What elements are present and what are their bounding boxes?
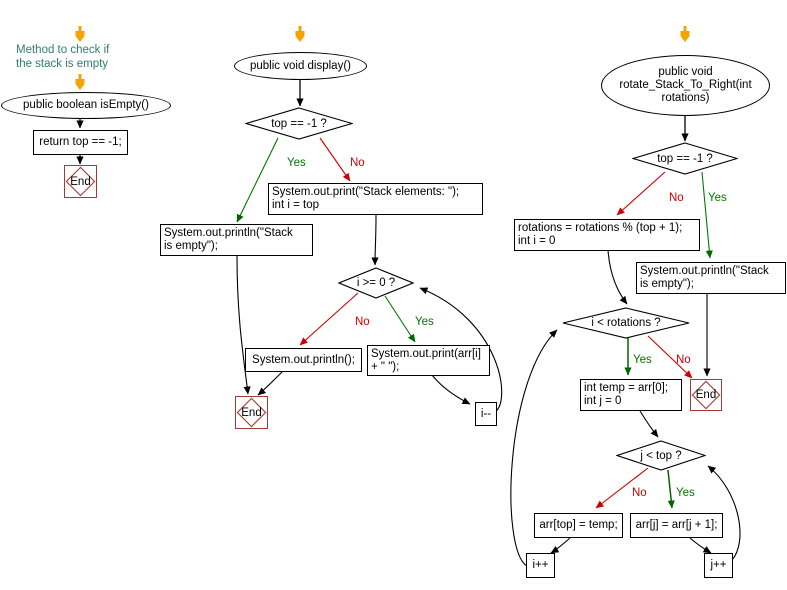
process-assign-arr-top[interactable]: arr[top] = temp; [534, 513, 623, 538]
process-increment-j[interactable]: j++ [704, 553, 733, 578]
decision-j-lt-top-label: j < top ? [640, 449, 682, 462]
process-display-stack-empty[interactable]: System.out.println("Stack is empty"); [160, 224, 313, 256]
end-node-rotate[interactable]: End [690, 379, 722, 411]
start-marker-display [294, 26, 306, 47]
process-print-array-element[interactable]: System.out.print(arr[i] + " "); [367, 345, 490, 376]
decision-j-lt-top[interactable]: j < top ? [616, 440, 706, 471]
end-node-rotate-label: End [695, 389, 717, 401]
decision-i-lt-rotations-label: i < rotations ? [591, 317, 661, 329]
start-node-display[interactable]: public void display() [234, 52, 367, 80]
decision-i-lt-rotations[interactable]: i < rotations ? [562, 307, 690, 339]
decision-rotate-top-empty[interactable]: top == -1 ? [632, 142, 738, 175]
start-marker-rotate [679, 26, 691, 47]
edge-label-display-no: No [350, 157, 365, 169]
decision-rotate-top-empty-label: top == -1 ? [657, 152, 713, 165]
decision-display-top-empty[interactable]: top == -1 ? [245, 107, 353, 140]
process-decrement-i[interactable]: i-- [475, 402, 497, 426]
end-node-display[interactable]: End [235, 396, 268, 429]
end-node-isempty[interactable]: End [64, 165, 97, 198]
process-rotate-stack-empty[interactable]: System.out.println("Stack is empty"); [636, 262, 786, 294]
start-node-rotate[interactable]: public void rotate_Stack_To_Right(int ro… [601, 55, 770, 116]
process-compute-rotations[interactable]: rotations = rotations % (top + 1); int i… [514, 219, 700, 251]
edges-rotate [510, 116, 741, 567]
decision-display-i-ge-0-label: i >= 0 ? [356, 277, 396, 289]
process-return-top[interactable]: return top == -1; [33, 130, 128, 155]
edge-label-rotate-no: No [669, 192, 684, 204]
flowchart-canvas: Method to check if the stack is empty pu… [0, 0, 787, 590]
comment-isempty: Method to check if the stack is empty [16, 44, 110, 70]
edge-label-display-yes: Yes [287, 157, 306, 169]
edge-label-display-loop-no: No [355, 316, 370, 328]
edge-label-display-loop-yes: Yes [415, 316, 434, 328]
edge-label-inner-no: No [632, 487, 647, 499]
process-init-temp[interactable]: int temp = arr[0]; int j = 0 [580, 379, 682, 411]
process-print-stack-elements[interactable]: System.out.print("Stack elements: "); in… [268, 183, 483, 215]
start-node-isempty[interactable]: public boolean isEmpty() [1, 92, 171, 119]
process-println-empty-line[interactable]: System.out.println(); [245, 348, 362, 372]
process-increment-i[interactable]: i++ [526, 553, 555, 578]
edge-label-outer-yes: Yes [633, 354, 652, 366]
decision-display-top-empty-label: top == -1 ? [271, 117, 327, 130]
end-node-display-label: End [241, 406, 262, 419]
edge-label-inner-yes: Yes [676, 487, 695, 499]
end-node-isempty-label: End [70, 175, 91, 188]
edge-label-outer-no: No [676, 354, 691, 366]
decision-display-i-ge-0[interactable]: i >= 0 ? [338, 267, 414, 299]
edge-label-rotate-yes: Yes [708, 192, 727, 204]
process-shift-array[interactable]: arr[j] = arr[j + 1]; [630, 513, 723, 538]
